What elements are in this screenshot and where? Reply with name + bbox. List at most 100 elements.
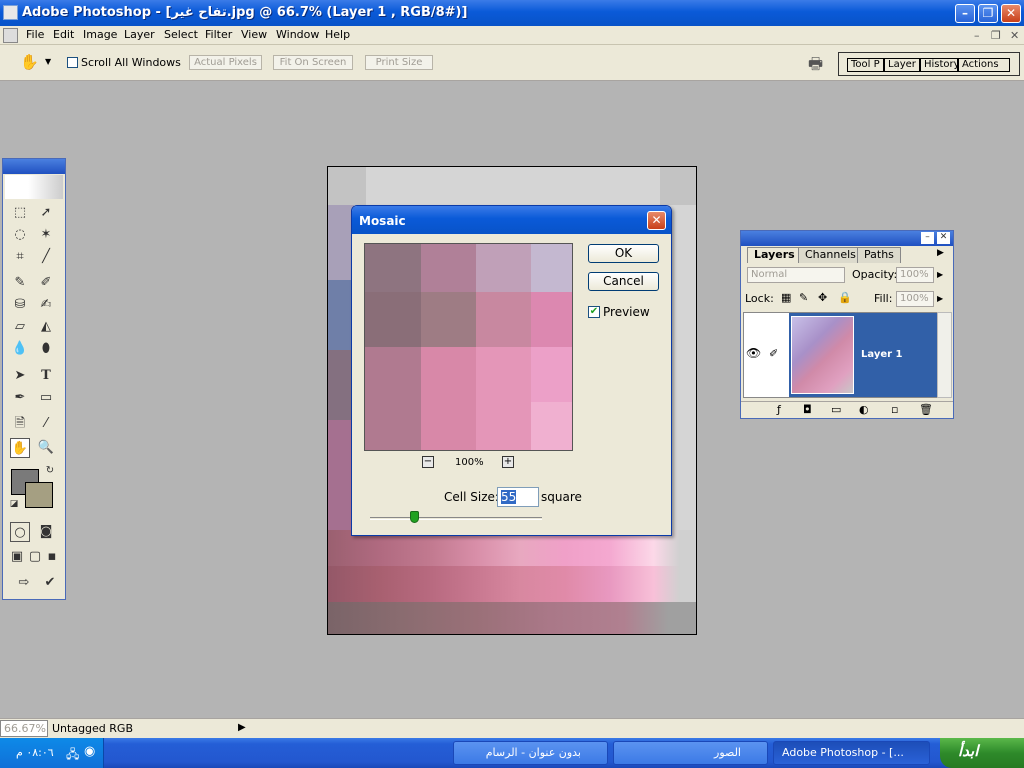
- notes-icon[interactable]: 🗎: [10, 414, 30, 434]
- opacity-input[interactable]: 100%: [896, 267, 934, 283]
- update-icon[interactable]: ◉: [84, 744, 95, 759]
- screen-mode-full-icon[interactable]: ▪: [43, 547, 61, 567]
- path-select-icon[interactable]: ➤: [10, 366, 30, 386]
- panel-minimize-button[interactable]: –: [921, 232, 934, 244]
- cell-size-slider-track[interactable]: [370, 517, 542, 520]
- tab-channels[interactable]: Channels: [798, 247, 863, 263]
- layer-list-scrollbar[interactable]: [937, 312, 952, 398]
- layer-row-layer-1[interactable]: Layer 1: [789, 313, 938, 397]
- maximize-button[interactable]: ❐: [978, 4, 998, 23]
- layers-panel-header[interactable]: – ✕: [741, 231, 953, 246]
- task-photoshop[interactable]: Adobe Photoshop - [...: [773, 741, 930, 765]
- swap-colors-icon[interactable]: ↻: [40, 461, 60, 481]
- minimize-button[interactable]: –: [955, 4, 975, 23]
- fit-on-screen-button[interactable]: Fit On Screen: [273, 55, 353, 70]
- type-icon[interactable]: T: [36, 366, 56, 386]
- network-icon[interactable]: 🖧: [66, 745, 79, 766]
- adjustment-layer-icon[interactable]: ◐: [859, 403, 869, 416]
- photoshop-app-icon[interactable]: [3, 5, 18, 20]
- blur-icon[interactable]: 💧: [10, 339, 30, 359]
- dodge-icon[interactable]: ⬮: [36, 339, 56, 359]
- palette-tab-tool-presets[interactable]: Tool P: [847, 58, 884, 72]
- printer-icon[interactable]: 🖶: [808, 53, 823, 80]
- menu-view[interactable]: View: [241, 28, 267, 41]
- ok-button[interactable]: OK: [588, 244, 659, 263]
- check-icon[interactable]: ✔: [40, 573, 60, 593]
- lock-move-icon[interactable]: ✥: [818, 291, 827, 304]
- task-pictures[interactable]: الصور: [613, 741, 768, 765]
- palette-tab-layer-comps[interactable]: Layer (: [884, 58, 920, 72]
- eye-icon[interactable]: 👁: [746, 346, 761, 360]
- quick-mask-icon[interactable]: ◙: [36, 522, 56, 542]
- standard-mode-icon[interactable]: ○: [10, 522, 30, 542]
- pen-icon[interactable]: ✒: [10, 388, 30, 408]
- palette-tab-history[interactable]: History: [920, 58, 958, 72]
- screen-mode-full-menu-icon[interactable]: ▢: [26, 547, 44, 567]
- menu-help[interactable]: Help: [325, 28, 350, 41]
- opacity-arrow-icon[interactable]: ▶: [937, 270, 943, 279]
- zoom-field[interactable]: 66.67%: [0, 720, 48, 737]
- healing-brush-icon[interactable]: ✎: [10, 273, 30, 293]
- marquee-icon[interactable]: ⬚: [10, 203, 30, 223]
- jump-to-imageready-icon[interactable]: ⇨: [10, 573, 38, 593]
- slice-icon[interactable]: ╱: [36, 247, 56, 267]
- doc-close-button[interactable]: ✕: [1010, 29, 1019, 42]
- mosaic-close-button[interactable]: ✕: [647, 211, 666, 230]
- layer-style-icon[interactable]: ƒ: [777, 403, 781, 416]
- panel-close-button[interactable]: ✕: [937, 232, 950, 244]
- lock-transparency-icon[interactable]: ▦: [781, 291, 791, 304]
- menu-window[interactable]: Window: [276, 28, 319, 41]
- toolbox-header[interactable]: [3, 159, 65, 174]
- zoom-icon[interactable]: 🔍: [36, 438, 56, 458]
- close-button[interactable]: ✕: [1001, 4, 1021, 23]
- shape-icon[interactable]: ▭: [36, 388, 56, 408]
- fill-input[interactable]: 100%: [896, 291, 934, 307]
- zoom-in-button[interactable]: +: [502, 456, 514, 468]
- doc-minimize-button[interactable]: –: [974, 29, 980, 42]
- menu-layer[interactable]: Layer: [124, 28, 155, 41]
- delete-layer-icon[interactable]: 🗑: [919, 403, 933, 416]
- cancel-button[interactable]: Cancel: [588, 272, 659, 291]
- new-group-icon[interactable]: ▭: [831, 403, 841, 416]
- lock-all-icon[interactable]: 🔒: [838, 291, 852, 304]
- cell-size-input[interactable]: 55: [497, 487, 539, 507]
- menu-image[interactable]: Image: [83, 28, 117, 41]
- cell-size-slider-thumb[interactable]: [410, 511, 419, 523]
- panel-menu-arrow-icon[interactable]: ▶: [937, 248, 944, 258]
- background-color-swatch[interactable]: [25, 482, 53, 508]
- screen-mode-standard-icon[interactable]: ▣: [8, 547, 26, 567]
- blend-mode-select[interactable]: Normal: [747, 267, 845, 283]
- status-menu-arrow-icon[interactable]: ▶: [238, 722, 246, 733]
- scroll-all-windows-checkbox[interactable]: [67, 57, 78, 68]
- bucket-icon[interactable]: ◭: [36, 317, 56, 337]
- menu-edit[interactable]: Edit: [53, 28, 74, 41]
- eraser-icon[interactable]: ▱: [10, 317, 30, 337]
- menu-select[interactable]: Select: [164, 28, 198, 41]
- menu-file[interactable]: File: [26, 28, 44, 41]
- clock[interactable]: ٠٨:٠٦ م: [16, 746, 54, 759]
- palette-tab-actions[interactable]: Actions: [958, 58, 1010, 72]
- start-button[interactable]: ابدأ: [940, 738, 1024, 768]
- tab-paths[interactable]: Paths: [857, 247, 901, 263]
- stamp-icon[interactable]: ⛁: [10, 295, 30, 315]
- hand-icon[interactable]: ✋: [20, 53, 39, 71]
- magic-wand-icon[interactable]: ✶: [36, 225, 56, 245]
- doc-restore-button[interactable]: ❐: [991, 29, 1001, 42]
- crop-icon[interactable]: ⌗: [10, 247, 30, 267]
- tab-layers[interactable]: Layers: [747, 247, 802, 263]
- task-paint[interactable]: بدون عنوان - الرسام: [453, 741, 608, 765]
- actual-pixels-button[interactable]: Actual Pixels: [189, 55, 262, 70]
- history-brush-icon[interactable]: ✍: [36, 295, 56, 315]
- tool-preset-chevron-icon[interactable]: ▼: [45, 57, 51, 66]
- fill-arrow-icon[interactable]: ▶: [937, 294, 943, 303]
- hand-tool-icon[interactable]: ✋: [10, 438, 30, 458]
- new-layer-icon[interactable]: ▫: [891, 403, 898, 416]
- lasso-icon[interactable]: ◌: [10, 225, 30, 245]
- layer-mask-icon[interactable]: ◘: [803, 403, 812, 416]
- lock-paint-icon[interactable]: ✎: [799, 291, 808, 304]
- document-icon[interactable]: [3, 28, 18, 43]
- mosaic-preview[interactable]: [364, 243, 573, 451]
- move-icon[interactable]: ➚: [36, 203, 56, 223]
- default-colors-icon[interactable]: ◪: [4, 494, 24, 514]
- preview-checkbox[interactable]: ✔: [588, 306, 600, 318]
